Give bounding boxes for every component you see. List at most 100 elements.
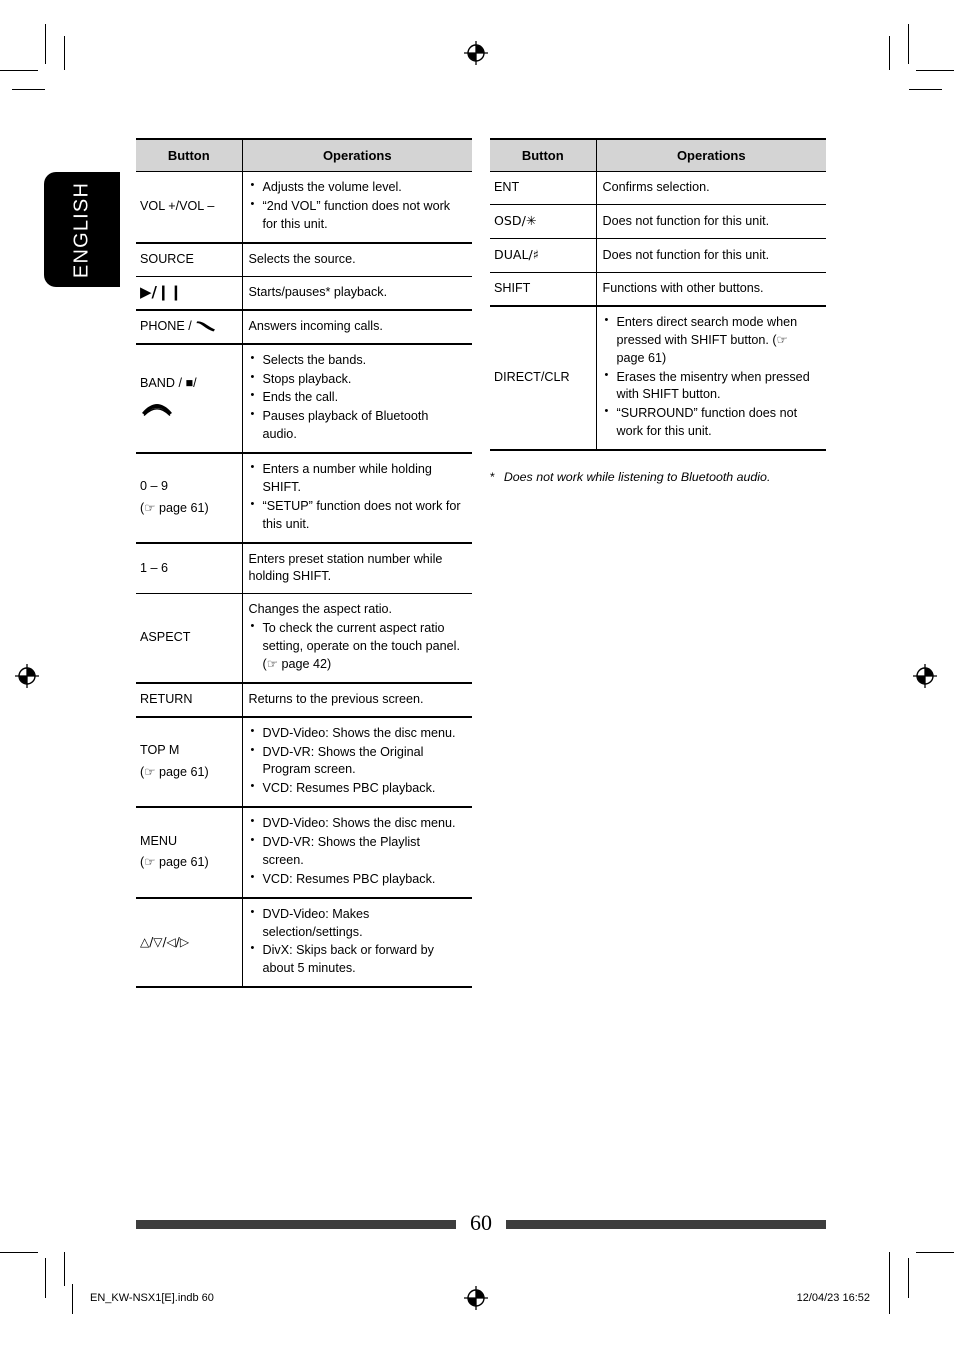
button-cell: 1 – 6 bbox=[136, 542, 243, 595]
operation-item: DVD-Video: Makes selection/settings. bbox=[249, 905, 465, 942]
table-row: SOURCE Selects the source. bbox=[136, 243, 472, 277]
operations-cell: Returns to the previous screen. bbox=[242, 682, 472, 718]
button-cell: 0 – 9 (☞ page 61) bbox=[136, 453, 243, 544]
operations-cell: Adjusts the volume level. “2nd VOL” func… bbox=[242, 171, 472, 245]
crop-mark-tr-h bbox=[916, 70, 954, 71]
column-header-button: Button bbox=[136, 138, 243, 173]
operation-item: “SETUP” function does not work for this … bbox=[249, 497, 465, 534]
operation-text: Does not function for this unit. bbox=[602, 247, 770, 262]
button-cell: DIRECT/CLR bbox=[490, 305, 597, 452]
table-row: RETURN Returns to the previous screen. bbox=[136, 682, 472, 718]
button-label: DIRECT/CLR bbox=[494, 370, 570, 385]
operation-text: Selects the source. bbox=[248, 252, 356, 267]
operation-text: Does not function for this unit. bbox=[602, 213, 770, 228]
table-row: OSD/✳ Does not function for this unit. bbox=[490, 204, 826, 240]
language-tab: ENGLISH bbox=[44, 172, 120, 287]
button-cell: △/▽/◁/▷ bbox=[136, 897, 243, 989]
operation-text: Answers incoming calls. bbox=[248, 318, 383, 333]
table-row: TOP M (☞ page 61) DVD-Video: Shows the d… bbox=[136, 716, 472, 809]
operation-item: “2nd VOL” function does not work for thi… bbox=[249, 197, 465, 234]
operation-item: To check the current aspect ratio settin… bbox=[249, 619, 465, 674]
crop-mark-bl-h bbox=[0, 1252, 38, 1253]
page-footer: 60 bbox=[136, 1212, 826, 1236]
table-row: ▶/❙❙ Starts/pauses* playback. bbox=[136, 276, 472, 311]
button-cell: DUAL/♯ bbox=[490, 238, 597, 274]
button-label: 1 – 6 bbox=[140, 560, 169, 575]
button-label: 0 – 9 bbox=[140, 478, 169, 493]
crop-mark-tr-v bbox=[908, 24, 909, 64]
operation-item: DVD-VR: Shows the Original Program scree… bbox=[249, 743, 465, 780]
right-column: Button Operations ENT Confirms selection… bbox=[490, 138, 826, 486]
column-header-operations: Operations bbox=[596, 138, 826, 173]
operation-item: Enters direct search mode when pressed w… bbox=[603, 313, 819, 368]
operations-cell: Answers incoming calls. bbox=[242, 309, 472, 345]
table-header-row: Button Operations bbox=[490, 138, 826, 173]
button-cell: MENU (☞ page 61) bbox=[136, 807, 243, 899]
page-ref-label: page 61 bbox=[158, 764, 205, 779]
operations-cell: Confirms selection. bbox=[596, 171, 826, 206]
operations-cell: DVD-Video: Makes selection/settings. Div… bbox=[242, 897, 472, 989]
operations-cell: Enters preset station number while holdi… bbox=[242, 542, 472, 595]
page-ref-label: page 61 bbox=[158, 500, 205, 515]
phone-handset-down-icon bbox=[140, 402, 236, 422]
operation-item: Stops playback. bbox=[249, 370, 465, 389]
operations-cell: Does not function for this unit. bbox=[596, 204, 826, 240]
footer-rule-left bbox=[136, 1219, 456, 1229]
button-cell: ENT bbox=[490, 171, 597, 206]
left-column: Button Operations VOL +/VOL – Adjusts th… bbox=[136, 138, 472, 989]
button-cell: VOL +/VOL – bbox=[136, 171, 243, 245]
operations-cell: Does not function for this unit. bbox=[596, 238, 826, 274]
operations-cell: DVD-Video: Shows the disc menu. DVD-VR: … bbox=[242, 807, 472, 899]
operation-item: Adjusts the volume level. bbox=[249, 178, 465, 197]
operation-item: Pauses playback of Bluetooth audio. bbox=[249, 407, 465, 444]
button-cell: RETURN bbox=[136, 682, 243, 718]
column-header-operations: Operations bbox=[242, 138, 472, 173]
crop-mark-tr-v2 bbox=[889, 36, 890, 70]
operation-item: VCD: Resumes PBC playback. bbox=[249, 870, 465, 889]
osd-asterisk-icon: OSD/✳ bbox=[494, 213, 537, 229]
page-ref-open: (☞ bbox=[140, 764, 159, 779]
registration-mark-top bbox=[463, 40, 489, 66]
operation-item: VCD: Resumes PBC playback. bbox=[249, 779, 465, 798]
operations-cell: Enters direct search mode when pressed w… bbox=[596, 305, 826, 452]
button-cell: SOURCE bbox=[136, 243, 243, 277]
registration-mark-left bbox=[14, 663, 40, 689]
dual-hash-icon: DUAL/♯ bbox=[494, 247, 539, 263]
page-ref-open: (☞ bbox=[140, 855, 159, 870]
table-row: SHIFT Functions with other buttons. bbox=[490, 272, 826, 307]
button-cell: BAND / ■/ bbox=[136, 343, 243, 455]
button-label: PHONE / bbox=[140, 318, 196, 333]
table-header-row: Button Operations bbox=[136, 138, 472, 173]
table-row: VOL +/VOL – Adjusts the volume level. “2… bbox=[136, 171, 472, 245]
operations-cell: Changes the aspect ratio. To check the c… bbox=[242, 593, 472, 684]
operation-text: Confirms selection. bbox=[602, 180, 710, 195]
imprint-datetime: 12/04/23 16:52 bbox=[796, 1292, 870, 1304]
button-label: RETURN bbox=[140, 691, 193, 706]
page-reference: (☞ page 61) bbox=[140, 500, 236, 518]
crop-mark-br-h bbox=[916, 1252, 954, 1253]
button-label: TOP M bbox=[140, 743, 180, 758]
table-row: ASPECT Changes the aspect ratio. To chec… bbox=[136, 593, 472, 684]
table-row: ENT Confirms selection. bbox=[490, 171, 826, 206]
button-label: ENT bbox=[494, 180, 520, 195]
page-content: Button Operations VOL +/VOL – Adjusts th… bbox=[136, 138, 826, 989]
table-row: MENU (☞ page 61) DVD-Video: Shows the di… bbox=[136, 807, 472, 899]
operations-cell: Functions with other buttons. bbox=[596, 272, 826, 307]
table-row: BAND / ■/ Selects the bands. Stops playb… bbox=[136, 343, 472, 455]
direction-arrows-icon: △/▽/◁/▷ bbox=[140, 934, 190, 949]
button-cell: ASPECT bbox=[136, 593, 243, 684]
crop-mark-tl-v bbox=[45, 24, 46, 64]
table-row: DUAL/♯ Does not function for this unit. bbox=[490, 238, 826, 274]
footnote: * Does not work while listening to Bluet… bbox=[490, 469, 826, 486]
page-ref-open: (☞ bbox=[140, 500, 159, 515]
table-row: DIRECT/CLR Enters direct search mode whe… bbox=[490, 305, 826, 452]
button-cell: SHIFT bbox=[490, 272, 597, 307]
button-cell: OSD/✳ bbox=[490, 204, 597, 240]
operation-item: Enters a number while holding SHIFT. bbox=[249, 460, 465, 497]
imprint-filename: EN_KW-NSX1[E].indb 60 bbox=[90, 1292, 214, 1304]
operation-lead: Changes the aspect ratio. bbox=[248, 602, 393, 617]
operation-text: Functions with other buttons. bbox=[602, 281, 764, 296]
imprint-line: EN_KW-NSX1[E].indb 60 12/04/23 16:52 bbox=[0, 1284, 954, 1314]
button-cell: ▶/❙❙ bbox=[136, 276, 243, 311]
remote-button-table-left: Button Operations VOL +/VOL – Adjusts th… bbox=[136, 138, 472, 989]
